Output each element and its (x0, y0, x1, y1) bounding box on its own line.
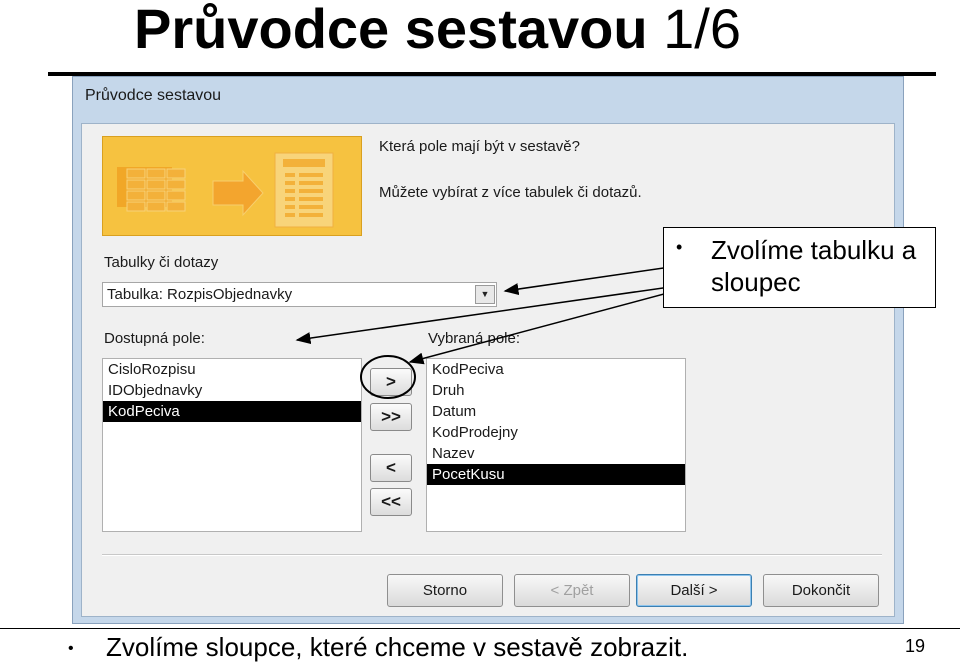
highlight-circle (360, 355, 416, 399)
bottom-rule (0, 628, 960, 629)
arrow-to-available-fields (295, 281, 706, 345)
page-number: 19 (905, 636, 926, 656)
bullet-icon: • (68, 640, 74, 657)
arrow-to-add-button (408, 282, 706, 365)
bullet-icon: • (676, 237, 683, 257)
slide-bullet-text: Zvolíme sloupce, které chceme v sestavě … (106, 632, 689, 662)
callout-box: • Zvolíme tabulku a sloupec (663, 227, 936, 308)
callout-text: Zvolíme tabulku a sloupec (711, 235, 917, 297)
annotation-overlay (295, 261, 706, 399)
